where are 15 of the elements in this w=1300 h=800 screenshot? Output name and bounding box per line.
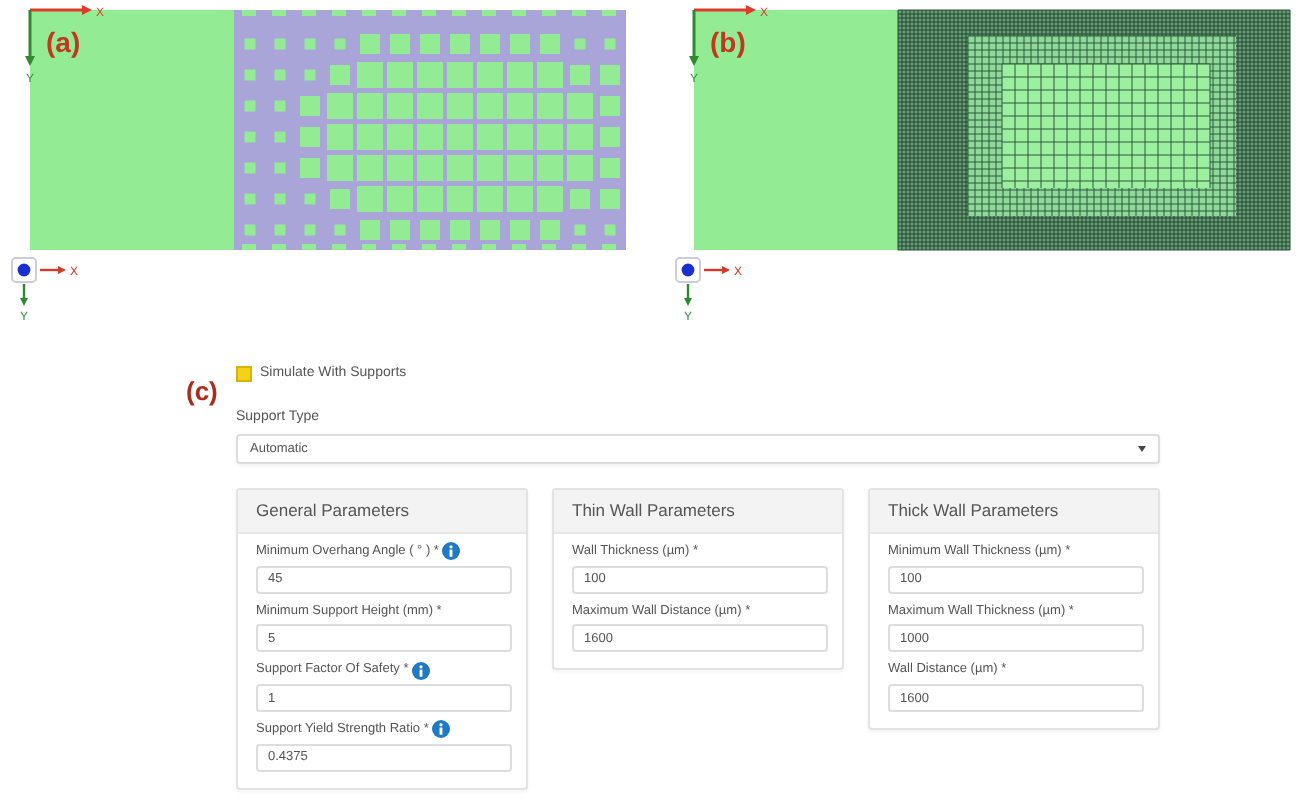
view-label: (a) xyxy=(46,26,81,58)
caret-icon xyxy=(1138,446,1146,452)
section-label: (c) xyxy=(186,374,218,410)
info-icon xyxy=(432,720,451,739)
view-label: (b) xyxy=(710,26,746,58)
axis-triad-icon xyxy=(675,257,730,306)
panel-title: General Parameters xyxy=(238,490,526,534)
info-icon xyxy=(442,542,461,561)
panel-title: Thick Wall Parameters xyxy=(870,490,1158,534)
axis-triad-icon xyxy=(11,257,66,306)
panel-title: Thin Wall Parameters xyxy=(554,490,842,534)
axis-icon xyxy=(689,5,756,66)
info-icon xyxy=(412,661,431,680)
axis-icon xyxy=(25,5,92,66)
checkbox[interactable] xyxy=(236,366,252,383)
